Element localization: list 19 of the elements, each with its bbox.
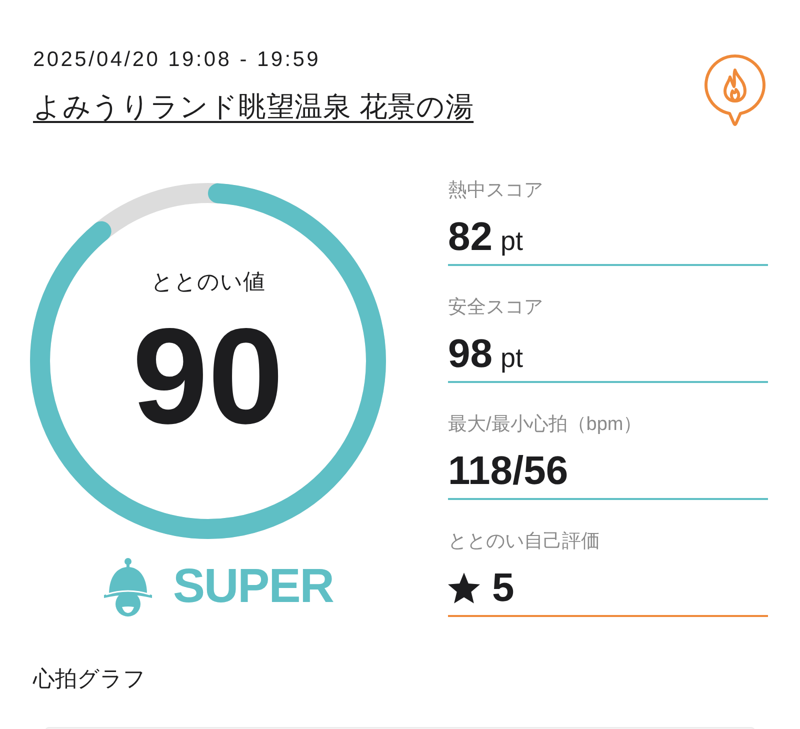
metric-value: 98 (448, 334, 492, 374)
metric-label: 最大/最小心拍（bpm） (448, 415, 644, 435)
section-heading: 心拍グラフ (33, 668, 147, 690)
unit-label: pt (500, 343, 524, 373)
unit-label: pt (500, 226, 524, 256)
score-value: 90 (132, 308, 284, 444)
facility-link[interactable]: よみうりランド眺望温泉 花景の湯 (33, 92, 474, 122)
star-icon (448, 572, 480, 604)
rank-label: SUPER (173, 562, 334, 612)
metric-label: ととのい自己評価 (448, 532, 601, 552)
helmet-face-icon (103, 557, 153, 617)
session-datetime: 2025/04/20 19:08 - 19:59 (33, 49, 321, 71)
metric-value: 118/56 (448, 451, 568, 491)
metric-label: 熱中スコア (448, 181, 544, 201)
rating-value: 5 (492, 568, 514, 608)
metric-label: 安全スコア (448, 298, 544, 318)
metric-value: 82 (448, 217, 492, 257)
flame-pin-icon (703, 54, 767, 126)
gauge-label: ととのい値 (151, 271, 265, 293)
